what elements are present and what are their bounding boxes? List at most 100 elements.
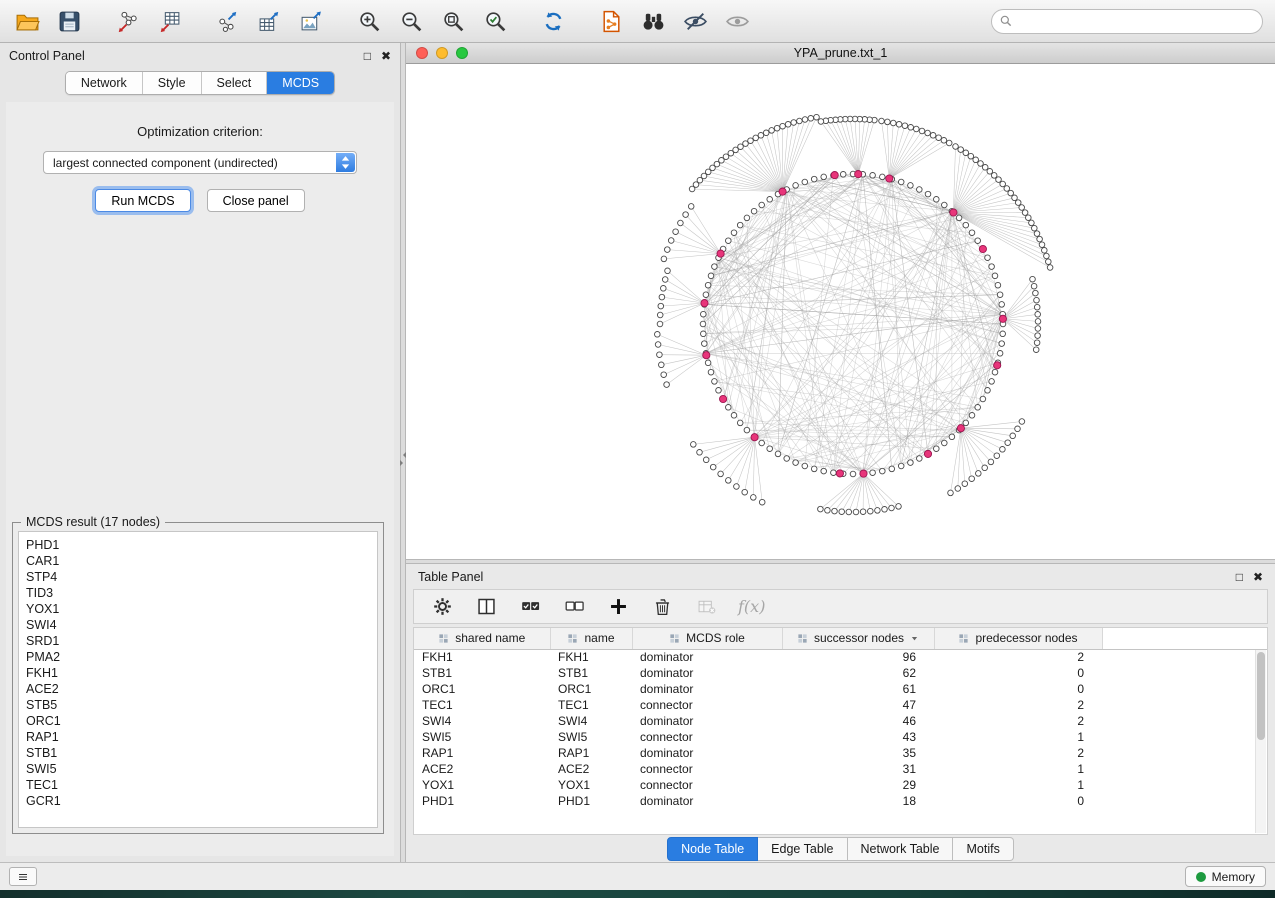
mcds-result-node[interactable]: SWI5 (26, 761, 370, 777)
table-cell: 0 (934, 665, 1102, 681)
table-row[interactable]: SWI5SWI5connector431 (414, 729, 1267, 745)
table-cell: SWI4 (550, 713, 632, 729)
mcds-result-node[interactable]: STB5 (26, 697, 370, 713)
mcds-result-node[interactable]: ORC1 (26, 713, 370, 729)
share-network-icon[interactable] (596, 6, 626, 36)
cytoscape-window: Control Panel □ ✖ Network Style Select M… (0, 0, 1275, 898)
table-row[interactable]: ORC1ORC1dominator610 (414, 681, 1267, 697)
export-table-icon[interactable] (254, 6, 284, 36)
table-scrollbar[interactable] (1255, 650, 1266, 833)
close-panel-button[interactable]: Close panel (207, 189, 305, 212)
tab-mcds[interactable]: MCDS (267, 72, 334, 94)
import-network-icon[interactable] (112, 6, 142, 36)
mcds-result-node[interactable]: SRD1 (26, 633, 370, 649)
mcds-result-node[interactable]: STP4 (26, 569, 370, 585)
close-table-panel-icon[interactable]: ✖ (1253, 571, 1263, 583)
table-cell: SWI4 (414, 713, 550, 729)
open-session-folder-icon[interactable] (12, 6, 42, 36)
mcds-result-list[interactable]: PHD1CAR1STP4TID3YOX1SWI4SRD1PMA2FKH1ACE2… (18, 531, 378, 828)
graphics-details-eye-icon[interactable] (722, 6, 752, 36)
tab-node-table[interactable]: Node Table (667, 837, 758, 861)
network-canvas[interactable] (406, 64, 1275, 559)
export-image-icon[interactable] (296, 6, 326, 36)
mcds-result-node[interactable]: SWI4 (26, 617, 370, 633)
column-header-predecessor-nodes[interactable]: predecessor nodes (934, 628, 1102, 649)
zoom-fit-icon[interactable] (438, 6, 468, 36)
tools-toolbar-group (596, 6, 752, 36)
table-row[interactable]: SWI4SWI4dominator462 (414, 713, 1267, 729)
zoom-out-icon[interactable] (396, 6, 426, 36)
table-row[interactable]: RAP1RAP1dominator352 (414, 745, 1267, 761)
unselect-all-rows-icon[interactable] (562, 595, 586, 619)
minimize-window-icon[interactable] (436, 47, 448, 59)
desktop-background-sliver (0, 890, 1275, 898)
mcds-result-node[interactable]: CAR1 (26, 553, 370, 569)
mcds-result-node[interactable]: FKH1 (26, 665, 370, 681)
zoom-selected-icon[interactable] (480, 6, 510, 36)
table-cell: SWI5 (550, 729, 632, 745)
table-cell: YOX1 (414, 777, 550, 793)
tab-network[interactable]: Network (66, 72, 143, 94)
status-menu-button[interactable] (9, 867, 37, 886)
table-row[interactable]: STB1STB1dominator620 (414, 665, 1267, 681)
export-network-icon[interactable] (212, 6, 242, 36)
add-column-icon[interactable] (606, 595, 630, 619)
splitter-collapse-handle-icon[interactable] (401, 448, 405, 470)
main-area: Control Panel □ ✖ Network Style Select M… (0, 43, 1275, 862)
column-header-mcds-role[interactable]: MCDS role (632, 628, 782, 649)
table-row[interactable]: FKH1FKH1dominator962 (414, 649, 1267, 665)
zoom-in-icon[interactable] (354, 6, 384, 36)
close-window-icon[interactable] (416, 47, 428, 59)
maximize-window-icon[interactable] (456, 47, 468, 59)
float-panel-icon[interactable]: □ (364, 50, 371, 62)
table-row[interactable]: TEC1TEC1connector472 (414, 697, 1267, 713)
search-input[interactable] (991, 9, 1263, 34)
table-options-gear-icon[interactable] (430, 595, 454, 619)
float-table-panel-icon[interactable]: □ (1236, 571, 1243, 583)
network-window-title: YPA_prune.txt_1 (406, 46, 1275, 60)
mcds-result-node[interactable]: YOX1 (26, 601, 370, 617)
tab-style[interactable]: Style (143, 72, 202, 94)
table-scrollbar-thumb[interactable] (1257, 652, 1265, 740)
refresh-layout-icon[interactable] (538, 6, 568, 36)
mcds-result-node[interactable]: TID3 (26, 585, 370, 601)
clear-table-icon[interactable] (694, 595, 718, 619)
delete-column-icon[interactable] (650, 595, 674, 619)
mcds-result-node[interactable]: STB1 (26, 745, 370, 761)
mcds-result-node[interactable]: ACE2 (26, 681, 370, 697)
tab-motifs[interactable]: Motifs (953, 837, 1013, 861)
zoom-toolbar-group (354, 6, 510, 36)
column-header-successor-nodes[interactable]: successor nodes (782, 628, 934, 649)
memory-button[interactable]: Memory (1185, 866, 1266, 887)
save-session-icon[interactable] (54, 6, 84, 36)
column-header-shared-name[interactable]: shared name (414, 628, 550, 649)
column-header-name[interactable]: name (550, 628, 632, 649)
mcds-result-node[interactable]: RAP1 (26, 729, 370, 745)
mcds-result-node[interactable]: PMA2 (26, 649, 370, 665)
table-row[interactable]: YOX1YOX1connector291 (414, 777, 1267, 793)
table-tabs: Node Table Edge Table Network Table Moti… (406, 835, 1275, 862)
tab-edge-table[interactable]: Edge Table (758, 837, 847, 861)
close-panel-icon[interactable]: ✖ (381, 50, 391, 62)
annotations-eye-icon[interactable] (680, 6, 710, 36)
optimization-criterion-select[interactable]: largest connected component (undirected) (43, 151, 357, 174)
function-builder-icon[interactable]: f(x) (738, 597, 765, 616)
import-table-icon[interactable] (154, 6, 184, 36)
mcds-result-node[interactable]: TEC1 (26, 777, 370, 793)
table-cell: connector (632, 761, 782, 777)
tab-select[interactable]: Select (202, 72, 268, 94)
tab-network-table[interactable]: Network Table (848, 837, 954, 861)
mcds-result-node[interactable]: GCR1 (26, 793, 370, 809)
control-panel-tabs: Network Style Select MCDS (0, 68, 400, 102)
select-all-rows-icon[interactable] (518, 595, 542, 619)
table-row[interactable]: PHD1PHD1dominator180 (414, 793, 1267, 809)
show-columns-icon[interactable] (474, 595, 498, 619)
panel-splitter[interactable] (400, 43, 406, 862)
table-row[interactable]: ACE2ACE2connector311 (414, 761, 1267, 777)
select-stepper-icon (336, 153, 355, 172)
search-network-binoculars-icon[interactable] (638, 6, 668, 36)
table-cell: 2 (934, 713, 1102, 729)
run-mcds-button[interactable]: Run MCDS (95, 189, 190, 212)
optimization-criterion-value: largest connected component (undirected) (53, 156, 278, 170)
mcds-result-node[interactable]: PHD1 (26, 537, 370, 553)
